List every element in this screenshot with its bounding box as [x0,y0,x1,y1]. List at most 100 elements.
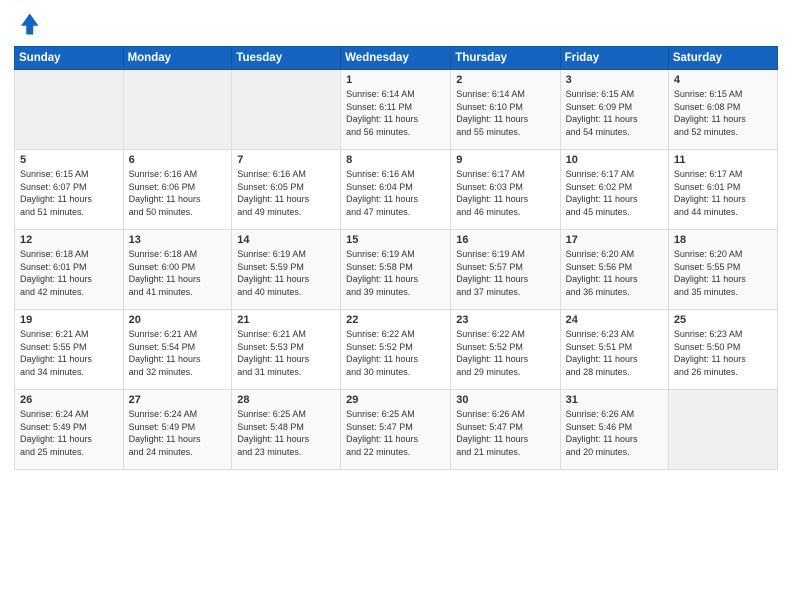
day-info: Sunrise: 6:15 AM Sunset: 6:07 PM Dayligh… [20,168,118,218]
page: SundayMondayTuesdayWednesdayThursdayFrid… [0,0,792,612]
calendar-cell: 12 Sunrise: 6:18 AM Sunset: 6:01 PM Dayli… [15,230,124,310]
calendar-cell: 13 Sunrise: 6:18 AM Sunset: 6:00 PM Dayli… [123,230,232,310]
day-header-sunday: Sunday [15,47,124,70]
day-number: 28 [237,394,335,406]
day-header-thursday: Thursday [451,47,560,70]
day-number: 15 [346,234,445,246]
calendar-cell [232,70,341,150]
calendar-cell: 9Sunrise: 6:17 AM Sunset: 6:03 PM Daylig… [451,150,560,230]
day-info: Sunrise: 6:26 AM Sunset: 5:46 PM Dayligh… [566,408,663,458]
calendar-cell: 3 Sunrise: 6:15 AM Sunset: 6:09 PM Daylig… [560,70,668,150]
logo-icon [14,10,42,38]
calendar-cell: 23Sunrise: 6:22 AM Sunset: 5:52 PM Dayli… [451,310,560,390]
calendar-cell: 11Sunrise: 6:17 AM Sunset: 6:01 PM Dayli… [668,150,777,230]
calendar-cell: 16 Sunrise: 6:19 AM Sunset: 5:57 PM Dayli… [451,230,560,310]
calendar-cell: 24 Sunrise: 6:23 AM Sunset: 5:51 PM Dayli… [560,310,668,390]
header [14,10,778,38]
day-info: Sunrise: 6:14 AM Sunset: 6:10 PM Dayligh… [456,88,554,138]
day-header-saturday: Saturday [668,47,777,70]
day-info: Sunrise: 6:23 AM Sunset: 5:50 PM Dayligh… [674,328,772,378]
day-number: 31 [566,394,663,406]
day-info: Sunrise: 6:20 AM Sunset: 5:55 PM Dayligh… [674,248,772,298]
logo [14,10,46,38]
day-info: Sunrise: 6:25 AM Sunset: 5:48 PM Dayligh… [237,408,335,458]
day-header-monday: Monday [123,47,232,70]
calendar-cell: 25 Sunrise: 6:23 AM Sunset: 5:50 PM Dayli… [668,310,777,390]
day-number: 20 [129,314,227,326]
calendar-cell [123,70,232,150]
calendar-cell: 2 Sunrise: 6:14 AM Sunset: 6:10 PM Daylig… [451,70,560,150]
calendar-table: SundayMondayTuesdayWednesdayThursdayFrid… [14,46,778,470]
day-number: 21 [237,314,335,326]
day-info: Sunrise: 6:21 AM Sunset: 5:55 PM Dayligh… [20,328,118,378]
day-number: 5 [20,154,118,166]
day-number: 2 [456,74,554,86]
day-number: 25 [674,314,772,326]
day-header-friday: Friday [560,47,668,70]
day-number: 24 [566,314,663,326]
day-info: Sunrise: 6:20 AM Sunset: 5:56 PM Dayligh… [566,248,663,298]
day-number: 19 [20,314,118,326]
calendar-cell: 4Sunrise: 6:15 AM Sunset: 6:08 PM Daylig… [668,70,777,150]
day-number: 26 [20,394,118,406]
calendar-cell: 18Sunrise: 6:20 AM Sunset: 5:55 PM Dayli… [668,230,777,310]
day-info: Sunrise: 6:19 AM Sunset: 5:57 PM Dayligh… [456,248,554,298]
day-info: Sunrise: 6:16 AM Sunset: 6:06 PM Dayligh… [129,168,227,218]
day-number: 8 [346,154,445,166]
day-number: 29 [346,394,445,406]
calendar-cell: 1 Sunrise: 6:14 AM Sunset: 6:11 PM Daylig… [341,70,451,150]
day-number: 6 [129,154,227,166]
calendar-header-row: SundayMondayTuesdayWednesdayThursdayFrid… [15,47,778,70]
day-info: Sunrise: 6:18 AM Sunset: 6:00 PM Dayligh… [129,248,227,298]
calendar-cell [668,390,777,470]
day-number: 13 [129,234,227,246]
calendar-week-row: 5 Sunrise: 6:15 AM Sunset: 6:07 PM Daylig… [15,150,778,230]
calendar-cell: 10Sunrise: 6:17 AM Sunset: 6:02 PM Dayli… [560,150,668,230]
calendar-cell: 29 Sunrise: 6:25 AM Sunset: 5:47 PM Dayli… [341,390,451,470]
day-number: 9 [456,154,554,166]
day-number: 23 [456,314,554,326]
calendar-week-row: 26 Sunrise: 6:24 AM Sunset: 5:49 PM Dayli… [15,390,778,470]
calendar-cell: 7Sunrise: 6:16 AM Sunset: 6:05 PM Daylig… [232,150,341,230]
calendar-cell: 26 Sunrise: 6:24 AM Sunset: 5:49 PM Dayli… [15,390,124,470]
day-number: 22 [346,314,445,326]
calendar-cell: 8 Sunrise: 6:16 AM Sunset: 6:04 PM Daylig… [341,150,451,230]
calendar-cell: 5 Sunrise: 6:15 AM Sunset: 6:07 PM Daylig… [15,150,124,230]
calendar-cell: 19 Sunrise: 6:21 AM Sunset: 5:55 PM Dayli… [15,310,124,390]
calendar-cell: 17 Sunrise: 6:20 AM Sunset: 5:56 PM Dayli… [560,230,668,310]
day-info: Sunrise: 6:22 AM Sunset: 5:52 PM Dayligh… [346,328,445,378]
day-info: Sunrise: 6:23 AM Sunset: 5:51 PM Dayligh… [566,328,663,378]
day-number: 3 [566,74,663,86]
day-number: 17 [566,234,663,246]
day-info: Sunrise: 6:24 AM Sunset: 5:49 PM Dayligh… [20,408,118,458]
day-number: 30 [456,394,554,406]
calendar-cell: 6 Sunrise: 6:16 AM Sunset: 6:06 PM Daylig… [123,150,232,230]
day-info: Sunrise: 6:15 AM Sunset: 6:08 PM Dayligh… [674,88,772,138]
day-info: Sunrise: 6:18 AM Sunset: 6:01 PM Dayligh… [20,248,118,298]
calendar-cell: 14Sunrise: 6:19 AM Sunset: 5:59 PM Dayli… [232,230,341,310]
day-info: Sunrise: 6:15 AM Sunset: 6:09 PM Dayligh… [566,88,663,138]
day-header-wednesday: Wednesday [341,47,451,70]
day-info: Sunrise: 6:25 AM Sunset: 5:47 PM Dayligh… [346,408,445,458]
calendar-cell: 28 Sunrise: 6:25 AM Sunset: 5:48 PM Dayli… [232,390,341,470]
calendar-cell: 27 Sunrise: 6:24 AM Sunset: 5:49 PM Dayli… [123,390,232,470]
calendar-cell: 21Sunrise: 6:21 AM Sunset: 5:53 PM Dayli… [232,310,341,390]
calendar-cell: 20 Sunrise: 6:21 AM Sunset: 5:54 PM Dayli… [123,310,232,390]
day-info: Sunrise: 6:21 AM Sunset: 5:54 PM Dayligh… [129,328,227,378]
day-info: Sunrise: 6:17 AM Sunset: 6:02 PM Dayligh… [566,168,663,218]
calendar-week-row: 12 Sunrise: 6:18 AM Sunset: 6:01 PM Dayli… [15,230,778,310]
day-number: 11 [674,154,772,166]
day-number: 16 [456,234,554,246]
day-info: Sunrise: 6:14 AM Sunset: 6:11 PM Dayligh… [346,88,445,138]
day-header-tuesday: Tuesday [232,47,341,70]
calendar-week-row: 19 Sunrise: 6:21 AM Sunset: 5:55 PM Dayli… [15,310,778,390]
calendar-week-row: 1 Sunrise: 6:14 AM Sunset: 6:11 PM Daylig… [15,70,778,150]
day-info: Sunrise: 6:16 AM Sunset: 6:05 PM Dayligh… [237,168,335,218]
day-number: 27 [129,394,227,406]
day-number: 1 [346,74,445,86]
day-number: 12 [20,234,118,246]
day-info: Sunrise: 6:19 AM Sunset: 5:59 PM Dayligh… [237,248,335,298]
day-info: Sunrise: 6:26 AM Sunset: 5:47 PM Dayligh… [456,408,554,458]
day-info: Sunrise: 6:24 AM Sunset: 5:49 PM Dayligh… [129,408,227,458]
day-info: Sunrise: 6:16 AM Sunset: 6:04 PM Dayligh… [346,168,445,218]
